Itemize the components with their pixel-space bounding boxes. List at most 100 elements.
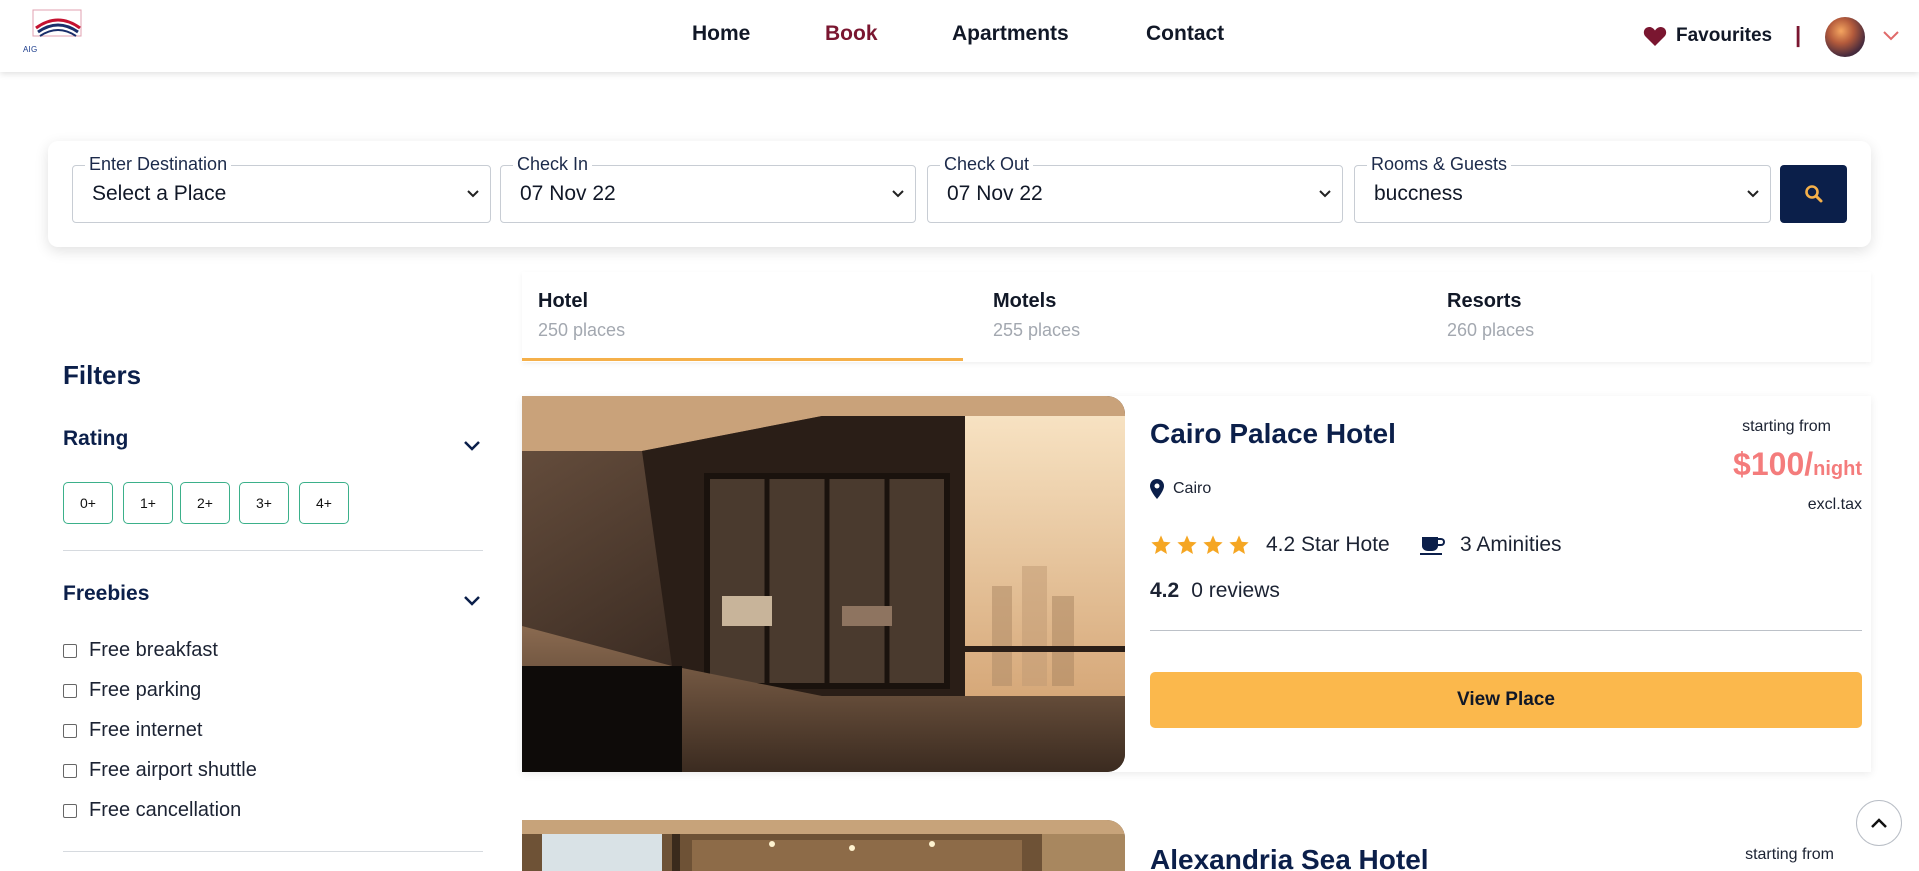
filters-divider (63, 851, 483, 852)
hotel-photo[interactable] (522, 396, 1125, 772)
checkbox[interactable] (63, 763, 77, 778)
location-label: Cairo (1173, 480, 1212, 497)
check-out-select[interactable]: Check Out 07 Nov 22 (927, 154, 1343, 223)
freebie-label: Free airport shuttle (89, 759, 257, 781)
price: $100/night (1733, 446, 1862, 483)
tax-note: excl.tax (1807, 496, 1862, 513)
hotel-location: Cairo (1150, 479, 1211, 499)
rooms-guests-select[interactable]: Rooms & Guests buccness (1354, 154, 1771, 223)
checkbox[interactable] (63, 683, 77, 698)
tab-motels[interactable]: Motels 255 places (977, 290, 1417, 362)
filters-panel: Filters Rating 0+ 1+ 2+ 3+ 4+ Freebies F… (48, 272, 498, 871)
freebie-label: Free internet (89, 719, 203, 741)
freebie-label: Free parking (89, 679, 202, 701)
view-place-button[interactable]: View Place (1150, 672, 1862, 728)
tab-count: 255 places (993, 320, 1081, 340)
star-rating: 4.2 Star Hote (1150, 533, 1390, 557)
nav-book[interactable]: Book (825, 22, 878, 46)
hotel-photo[interactable] (522, 820, 1125, 871)
starting-from-label: starting from (1745, 846, 1834, 863)
checkbox[interactable] (63, 643, 77, 658)
filters-title: Filters (63, 360, 142, 390)
rating-chip-0[interactable]: 0+ (63, 482, 113, 524)
card-divider (1150, 630, 1862, 631)
filters-divider (63, 550, 483, 551)
heart-icon (1643, 26, 1667, 46)
hotel-name[interactable]: Cairo Palace Hotel (1150, 418, 1396, 450)
chevron-down-icon[interactable] (462, 439, 482, 453)
star-icon (1203, 535, 1223, 554)
chevron-down-icon (1747, 190, 1759, 198)
coffee-cup-icon (1420, 537, 1446, 555)
chevron-down-icon[interactable] (1882, 28, 1900, 42)
star-text: 4.2 Star Hote (1266, 533, 1390, 556)
chevron-down-icon[interactable] (462, 594, 482, 608)
rating-chip-3[interactable]: 3+ (239, 482, 289, 524)
freebie-option[interactable]: Free breakfast (63, 639, 218, 662)
freebie-option[interactable]: Free cancellation (63, 799, 241, 822)
favourites-link[interactable]: Favourites (1643, 21, 1772, 51)
check-out-value: 07 Nov 22 (947, 182, 1043, 205)
listing-card: Alexandria Sea Hotel starting from (522, 820, 1871, 871)
star-icon (1177, 535, 1197, 554)
rating-chip-2[interactable]: 2+ (180, 482, 230, 524)
tab-label: Motels (993, 290, 1057, 312)
hotel-image (522, 820, 1125, 871)
star-icon (1151, 535, 1171, 554)
rooms-guests-legend: Rooms & Guests (1367, 154, 1512, 175)
tab-hotel[interactable]: Hotel 250 places (522, 290, 962, 362)
rating-chip-1[interactable]: 1+ (123, 482, 173, 524)
chevron-down-icon (892, 190, 904, 198)
nav-apartments[interactable]: Apartments (952, 22, 1069, 46)
reviews-summary: 4.2 0 reviews (1150, 579, 1280, 603)
destination-legend: Enter Destination (85, 154, 232, 175)
freebie-option[interactable]: Free internet (63, 719, 202, 742)
scroll-to-top-button[interactable] (1856, 800, 1902, 846)
hotel-image (522, 396, 1125, 772)
header-separator: | (1795, 22, 1802, 47)
tab-count: 250 places (538, 320, 626, 340)
chevron-up-icon (1871, 818, 1887, 828)
hotel-name[interactable]: Alexandria Sea Hotel (1150, 844, 1429, 871)
listing-card: Cairo Palace Hotel Cairo starting from $… (522, 396, 1871, 772)
active-tab-indicator (522, 358, 963, 361)
nav-contact[interactable]: Contact (1146, 22, 1224, 46)
check-in-select[interactable]: Check In 07 Nov 22 (500, 154, 916, 223)
star-icon (1229, 535, 1249, 554)
tab-label: Resorts (1447, 290, 1522, 312)
freebies-title: Freebies (63, 582, 150, 605)
location-pin-icon (1150, 479, 1164, 499)
rating-title: Rating (63, 427, 129, 450)
tab-resorts[interactable]: Resorts 260 places (1431, 290, 1871, 362)
tab-count: 260 places (1447, 320, 1535, 340)
search-bar: Enter Destination Select a Place Check I… (48, 141, 1871, 247)
freebie-label: Free breakfast (89, 639, 218, 661)
reviews-count: 0 reviews (1191, 579, 1280, 602)
search-button[interactable] (1780, 165, 1847, 223)
freebie-option[interactable]: Free parking (63, 679, 201, 702)
nav-home[interactable]: Home (692, 22, 750, 46)
destination-select[interactable]: Enter Destination Select a Place (72, 154, 491, 223)
main-nav: Home Book Apartments Contact (0, 22, 1919, 50)
checkbox[interactable] (63, 723, 77, 738)
check-in-legend: Check In (513, 154, 593, 175)
rating-chip-4[interactable]: 4+ (299, 482, 349, 524)
top-header: AIG Home Book Apartments Contact Favouri… (0, 0, 1919, 72)
category-tabs: Hotel 250 places Motels 255 places Resor… (522, 272, 1871, 362)
price-unit: night (1813, 458, 1862, 480)
check-in-value: 07 Nov 22 (520, 182, 616, 205)
price-value: $100/ (1733, 446, 1814, 482)
avatar[interactable] (1825, 17, 1865, 57)
favourites-label: Favourites (1676, 25, 1773, 46)
destination-value: Select a Place (92, 182, 227, 205)
starting-from-label: starting from (1742, 418, 1831, 435)
tab-label: Hotel (538, 290, 588, 312)
check-out-legend: Check Out (940, 154, 1034, 175)
chevron-down-icon (467, 190, 479, 198)
checkbox[interactable] (63, 803, 77, 818)
rating-score: 4.2 (1150, 579, 1180, 602)
rooms-guests-value: buccness (1374, 182, 1463, 205)
search-icon (1804, 185, 1822, 203)
freebie-option[interactable]: Free airport shuttle (63, 759, 257, 782)
amenities-label: 3 Aminities (1460, 533, 1562, 556)
